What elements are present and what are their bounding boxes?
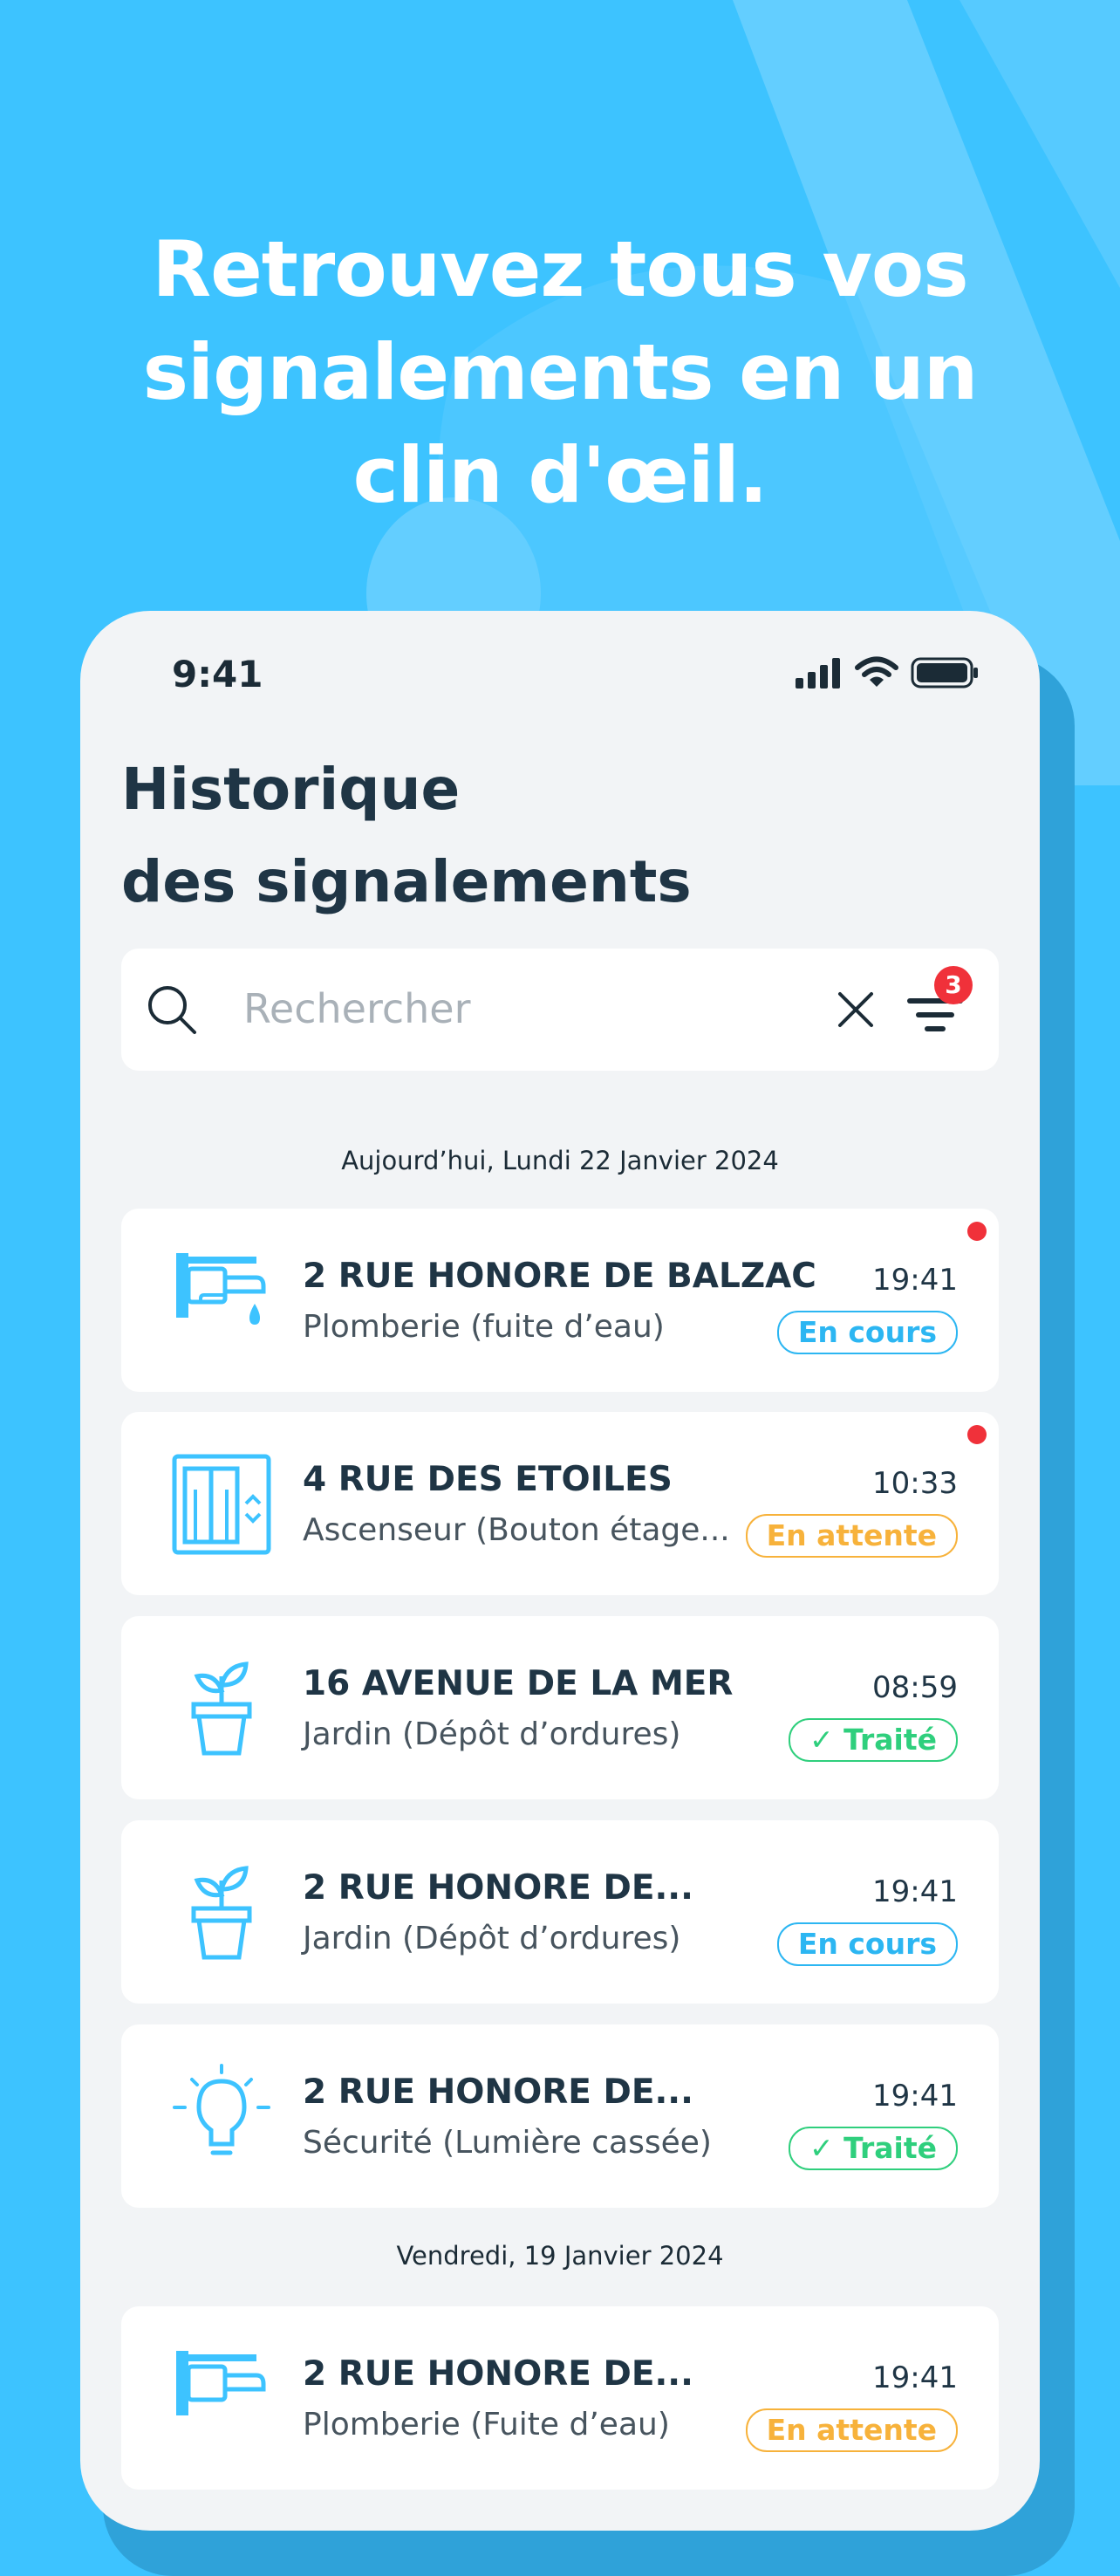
status-badge: ✓ Traité <box>788 2127 958 2170</box>
report-card[interactable]: 2 RUE HONORE DE... Plomberie (Fuite d’ea… <box>121 2306 999 2490</box>
report-time: 19:41 <box>872 1263 958 1298</box>
page-title: Historique des signalements <box>121 743 692 928</box>
status-bar: 9:41 <box>80 611 1040 742</box>
report-category: Ascenseur (Bouton étage... <box>303 1512 730 1548</box>
status-badge: En cours <box>776 1311 958 1354</box>
status-badge: ✓ Traité <box>788 1718 958 1762</box>
report-category: Plomberie (fuite d’eau) <box>303 1309 665 1345</box>
report-time: 19:41 <box>872 2360 958 2395</box>
report-time: 08:59 <box>872 1670 958 1705</box>
headline-line: Retrouvez tous vos <box>152 224 968 314</box>
search-input[interactable]: Rechercher <box>243 985 471 1032</box>
status-badge: En attente <box>745 2408 958 2452</box>
plant-icon <box>191 1661 252 1756</box>
page-title-line: des signalements <box>121 848 692 915</box>
report-card[interactable]: 16 AVENUE DE LA MER Jardin (Dépôt d’ordu… <box>121 1616 999 1799</box>
report-address: 4 RUE DES ETOILES <box>303 1460 673 1499</box>
unread-indicator <box>967 1222 987 1241</box>
signal-icon <box>796 658 840 689</box>
search-bar: Rechercher 3 <box>121 949 999 1071</box>
report-card[interactable]: 2 RUE HONORE DE... Sécurité (Lumière cas… <box>121 2024 999 2208</box>
report-time: 19:41 <box>872 2079 958 2114</box>
report-address: 2 RUE HONORE DE... <box>303 1868 693 1908</box>
wifi-icon <box>855 656 898 687</box>
plant-icon <box>191 1866 252 1960</box>
lightbulb-icon <box>173 2064 270 2155</box>
report-time: 19:41 <box>872 1874 958 1909</box>
date-separator: Vendredi, 19 Janvier 2024 <box>396 2241 724 2271</box>
close-icon[interactable] <box>837 990 875 1029</box>
report-card[interactable]: 4 RUE DES ETOILES Ascenseur (Bouton étag… <box>121 1412 999 1595</box>
faucet-icon <box>176 2351 266 2415</box>
report-address: 16 AVENUE DE LA MER <box>303 1664 734 1703</box>
filter-count-badge: 3 <box>934 966 973 1004</box>
report-time: 10:33 <box>872 1466 958 1501</box>
report-address: 2 RUE HONORE DE... <box>303 2072 693 2112</box>
status-icons <box>796 656 979 689</box>
report-category: Sécurité (Lumière cassée) <box>303 2125 712 2161</box>
report-card[interactable]: 2 RUE HONORE DE BALZAC Plomberie (fuite … <box>121 1209 999 1392</box>
faucet-icon <box>176 1253 266 1325</box>
headline-line: signalements en un <box>142 327 979 417</box>
unread-indicator <box>967 1425 987 1444</box>
report-address: 2 RUE HONORE DE... <box>303 2354 693 2394</box>
status-badge: En cours <box>776 1922 958 1966</box>
headline-line: clin d'œil. <box>352 430 768 520</box>
onboarding-headline: Retrouvez tous vos signalements en un cl… <box>0 218 1120 527</box>
report-address: 2 RUE HONORE DE BALZAC <box>303 1257 816 1296</box>
status-badge: En attente <box>745 1514 958 1558</box>
elevator-icon <box>172 1454 271 1555</box>
report-category: Jardin (Dépôt d’ordures) <box>303 1716 681 1752</box>
report-category: Jardin (Dépôt d’ordures) <box>303 1921 681 1956</box>
page-title-line: Historique <box>121 756 461 823</box>
battery-icon <box>911 657 978 689</box>
search-icon[interactable] <box>146 983 200 1038</box>
report-category: Plomberie (Fuite d’eau) <box>303 2407 670 2442</box>
date-separator: Aujourd’hui, Lundi 22 Janvier 2024 <box>341 1146 779 1175</box>
phone-mockup: 9:41 Historique des signalements Recherc… <box>80 611 1040 2531</box>
status-time: 9:41 <box>172 653 263 695</box>
report-card[interactable]: 2 RUE HONORE DE... Jardin (Dépôt d’ordur… <box>121 1820 999 2004</box>
